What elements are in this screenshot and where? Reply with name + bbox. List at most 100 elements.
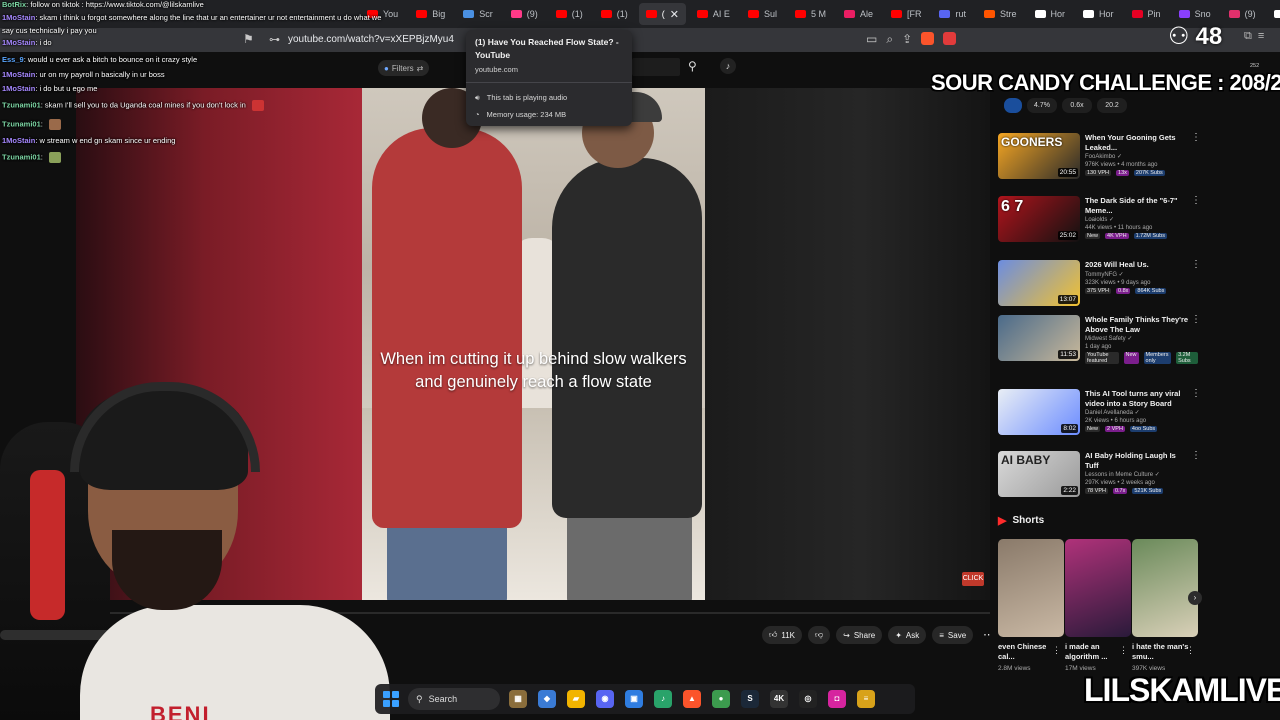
brave-shields-icon[interactable] bbox=[921, 32, 935, 45]
steam-icon[interactable]: S bbox=[741, 690, 759, 708]
recommendation-thumbnail[interactable]: GOONERS 20:55 bbox=[998, 133, 1080, 179]
media-icon[interactable]: ♪ bbox=[654, 690, 672, 708]
brave-rewards-icon[interactable] bbox=[943, 32, 957, 45]
taskbar-search-label: Search bbox=[428, 694, 458, 704]
chrome-icon[interactable]: ● bbox=[712, 690, 730, 708]
browser-tab[interactable]: (9) bbox=[1222, 3, 1263, 25]
zoom-icon[interactable]: ⌕ bbox=[886, 32, 893, 47]
short-title[interactable]: even Chinese cal... bbox=[998, 642, 1056, 662]
more-options-icon[interactable]: ⋮ bbox=[1191, 196, 1201, 206]
save-button[interactable]: ≡ Save bbox=[932, 626, 974, 644]
short-thumbnail[interactable] bbox=[998, 539, 1064, 637]
recommendation-title[interactable]: When Your Gooning Gets Leaked... bbox=[1085, 133, 1189, 152]
browser-tab[interactable]: Ale bbox=[837, 3, 880, 25]
channel-name[interactable]: Daniel Avellaneda ✓ bbox=[1085, 409, 1189, 417]
tab-label: Hor bbox=[1099, 9, 1114, 19]
file-explorer-icon[interactable]: ▰ bbox=[567, 690, 585, 708]
windows-start-icon[interactable] bbox=[383, 691, 399, 707]
shorts-next-icon[interactable]: › bbox=[1188, 591, 1202, 605]
recommendation-item[interactable]: AI BABY 2:22 AI Baby Holding Laugh Is Tuff… bbox=[998, 451, 1201, 505]
recommendation-item[interactable]: 11:53 Whole Family Thinks They're Above T… bbox=[998, 315, 1201, 369]
search-input[interactable] bbox=[632, 58, 680, 76]
channel-name[interactable]: Midwest Safety ✓ bbox=[1085, 335, 1189, 343]
thumbnail-text: 6 7 bbox=[1001, 198, 1024, 215]
browser-tab[interactable]: Pin bbox=[1125, 3, 1168, 25]
click-badge[interactable]: CLICK bbox=[962, 572, 984, 586]
browser-tab[interactable]: 5 M bbox=[788, 3, 833, 25]
short-thumbnail[interactable] bbox=[1065, 539, 1131, 637]
extensions-icon[interactable]: ⧉ bbox=[1244, 30, 1252, 43]
browser-tab[interactable]: Hor bbox=[1028, 3, 1073, 25]
instagram-icon[interactable]: ◘ bbox=[828, 690, 846, 708]
tab-close-icon[interactable]: ✕ bbox=[670, 8, 679, 21]
headphones bbox=[70, 382, 260, 472]
browser-tab[interactable]: Stre bbox=[977, 3, 1024, 25]
more-options-icon[interactable]: ⋮ bbox=[1191, 315, 1201, 325]
chat-emote-icon bbox=[251, 100, 264, 111]
recommendation-thumbnail[interactable]: 6 7 25:02 bbox=[998, 196, 1080, 242]
4k-app-icon[interactable]: 4K bbox=[770, 690, 788, 708]
copilot-icon[interactable]: ◆ bbox=[538, 690, 556, 708]
recommendation-title[interactable]: AI Baby Holding Laugh Is Tuff bbox=[1085, 451, 1189, 470]
browser-tab[interactable]: (1) bbox=[594, 3, 635, 25]
channel-name[interactable]: FooAkimbo ✓ bbox=[1085, 153, 1189, 161]
obs-icon[interactable]: ◎ bbox=[799, 690, 817, 708]
recommendation-item[interactable]: 6 7 25:02 The Dark Side of the "6-7" Meme.… bbox=[998, 196, 1201, 250]
recommendation-title[interactable]: This AI Tool turns any viral video into … bbox=[1085, 389, 1189, 408]
install-app-icon[interactable]: ▭ bbox=[866, 32, 877, 47]
chat-username: Ess_9 bbox=[2, 55, 24, 64]
chat-text: : skam i think u forgot somewhere along … bbox=[35, 13, 382, 22]
chat-username: Tzunami01 bbox=[2, 100, 41, 110]
more-options-icon[interactable]: ⋮ bbox=[1052, 645, 1061, 656]
recommendation-thumbnail[interactable]: 8:02 bbox=[998, 389, 1080, 435]
recommendation-item[interactable]: 13:07 2026 Will Heal Us. TommyNFG ✓ 323K vi… bbox=[998, 260, 1201, 314]
ask-button[interactable]: ✦ Ask bbox=[888, 626, 927, 644]
browser-tab[interactable]: (9) bbox=[504, 3, 545, 25]
recommendation-title[interactable]: The Dark Side of the "6-7" Meme... bbox=[1085, 196, 1189, 215]
tab-label: [FR bbox=[906, 9, 922, 19]
dislike-button[interactable]: 👎︎ bbox=[808, 626, 831, 644]
recommendation-title[interactable]: 2026 Will Heal Us. bbox=[1085, 260, 1189, 270]
browser-tab[interactable]: [FR bbox=[884, 3, 929, 25]
channel-name[interactable]: Lessons in Meme Culture ✓ bbox=[1085, 471, 1189, 479]
like-button[interactable]: 👍︎ 11K bbox=[762, 626, 803, 644]
more-options-icon[interactable]: ⋮ bbox=[1191, 133, 1201, 143]
microphone-icon[interactable]: ♪ bbox=[720, 58, 736, 74]
taskbar-search[interactable]: ⚲ Search bbox=[408, 688, 500, 710]
more-options-icon[interactable]: ⋮ bbox=[1186, 645, 1195, 656]
browser-tab[interactable]: Sul bbox=[741, 3, 784, 25]
tab-label: (9) bbox=[1244, 9, 1256, 19]
menu-icon[interactable]: ≡ bbox=[1258, 30, 1264, 43]
more-options-icon[interactable]: ⋮ bbox=[1191, 260, 1201, 270]
browser-tab[interactable]: AI E bbox=[690, 3, 737, 25]
discord-icon[interactable]: ◉ bbox=[596, 690, 614, 708]
share-page-icon[interactable]: ⇪ bbox=[902, 32, 912, 47]
recommendation-thumbnail[interactable]: 13:07 bbox=[998, 260, 1080, 306]
recommendation-item[interactable]: GOONERS 20:55 When Your Gooning Gets Leake… bbox=[998, 133, 1201, 187]
share-button[interactable]: ↪ Share bbox=[836, 626, 883, 644]
browser-tab[interactable]: rut bbox=[932, 3, 973, 25]
browser-tab[interactable]: Hor bbox=[1076, 3, 1121, 25]
channel-name[interactable]: TommyNFG ✓ bbox=[1085, 271, 1189, 279]
recommendation-title[interactable]: Whole Family Thinks They're Above The La… bbox=[1085, 315, 1189, 334]
widgets-icon[interactable]: ▦ bbox=[509, 690, 527, 708]
browser-tab[interactable]: Scr bbox=[456, 3, 500, 25]
more-options-icon[interactable]: ⋮ bbox=[1191, 451, 1201, 461]
browser-tab[interactable]: (✕ bbox=[638, 3, 686, 25]
short-title[interactable]: i hate the man's smu... bbox=[1132, 642, 1190, 662]
more-options-icon[interactable]: ⋮ bbox=[1191, 389, 1201, 399]
tab-label: Hor bbox=[1050, 9, 1066, 19]
store-icon[interactable]: ▣ bbox=[625, 690, 643, 708]
search-icon[interactable]: ⚲ bbox=[688, 59, 697, 73]
recommendation-thumbnail[interactable]: AI BABY 2:22 bbox=[998, 451, 1080, 497]
brave-icon[interactable]: ▲ bbox=[683, 690, 701, 708]
recommendation-item[interactable]: 8:02 This AI Tool turns any viral video i… bbox=[998, 389, 1201, 443]
recommendation-thumbnail[interactable]: 11:53 bbox=[998, 315, 1080, 361]
channel-name[interactable]: Loaiolds ✓ bbox=[1085, 216, 1189, 224]
stacks-icon[interactable]: ≡ bbox=[857, 690, 875, 708]
short-thumbnail[interactable] bbox=[1132, 539, 1198, 637]
browser-tab[interactable]: (1) bbox=[549, 3, 590, 25]
short-title[interactable]: i made an algorithm ... bbox=[1065, 642, 1123, 662]
more-options-icon[interactable]: ⋮ bbox=[1119, 645, 1128, 656]
browser-tab[interactable]: lils bbox=[1267, 3, 1280, 25]
